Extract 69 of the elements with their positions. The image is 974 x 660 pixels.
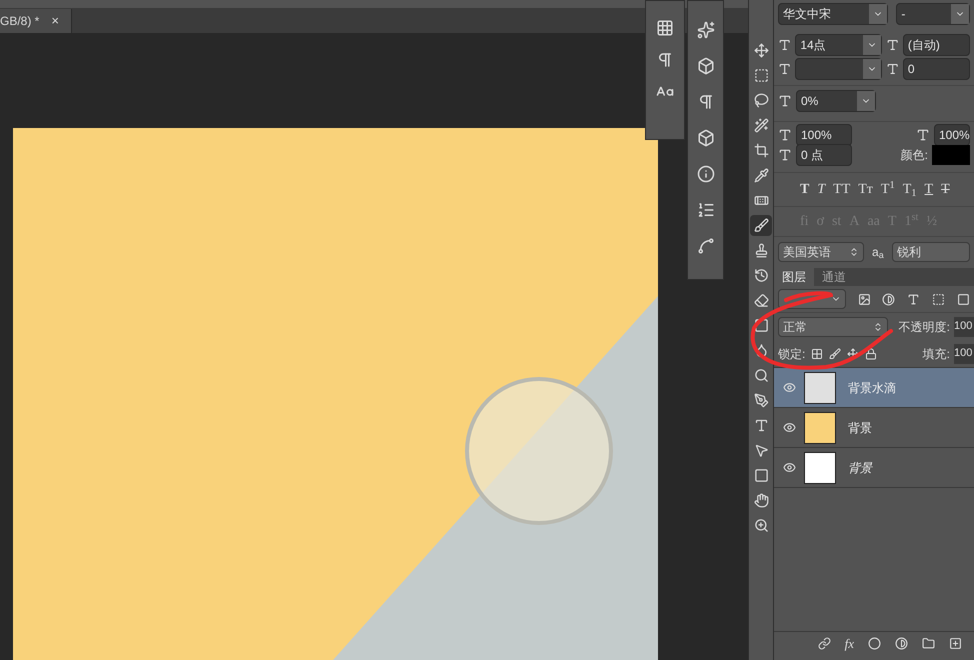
sparkle-icon[interactable] <box>696 21 714 39</box>
eye-icon[interactable] <box>782 461 796 474</box>
leading-field[interactable]: (自动) <box>902 34 970 56</box>
panel-tab[interactable]: 图层 <box>774 268 814 286</box>
tracking-field[interactable]: 0 <box>902 58 970 80</box>
layer-name: 背景水滴 <box>848 380 896 396</box>
opacity-field[interactable]: 100 <box>954 316 974 336</box>
list-icon[interactable] <box>696 201 714 219</box>
eye-icon[interactable] <box>782 381 796 394</box>
cube-icon[interactable] <box>696 57 714 75</box>
antialias-select[interactable]: 锐利 <box>892 242 970 262</box>
type-style-button[interactable]: T <box>941 179 950 200</box>
font-family-select[interactable]: 华文中宋 <box>778 2 888 24</box>
layer-name: 背景 <box>848 420 872 436</box>
fill-label: 填充: <box>922 346 950 362</box>
type-style-button[interactable]: T <box>817 179 826 200</box>
eye-icon[interactable] <box>782 421 796 434</box>
spinner-icon <box>849 246 860 256</box>
panel-tab[interactable]: 通道 <box>814 268 854 286</box>
layer-row[interactable]: 背景水滴 <box>774 368 974 408</box>
square-icon[interactable] <box>957 292 970 306</box>
fx-button[interactable]: fx <box>844 634 854 654</box>
pilcrow-icon[interactable] <box>656 51 674 69</box>
image-icon[interactable] <box>858 292 870 306</box>
path-icon[interactable] <box>696 237 714 255</box>
brush-icon[interactable] <box>750 215 772 236</box>
brush-icon[interactable] <box>829 348 842 360</box>
link-icon[interactable] <box>818 637 831 650</box>
type-style-button[interactable]: T$_{1}$ <box>902 179 917 200</box>
folder-icon[interactable] <box>922 637 935 650</box>
layer-row[interactable]: 背景 <box>774 408 974 448</box>
new-layer-icon[interactable] <box>949 637 962 650</box>
checker-icon[interactable] <box>811 348 824 360</box>
type-style-button[interactable]: TT <box>833 179 850 200</box>
type-style-button[interactable]: T <box>924 179 934 200</box>
grid-icon[interactable] <box>656 19 674 37</box>
half-circle-icon[interactable] <box>882 292 896 306</box>
layer-row[interactable]: 背景 <box>774 448 974 488</box>
horizontal-scale-field[interactable]: 100% <box>934 124 970 146</box>
layer-name: 背景 <box>848 460 872 476</box>
blend-mode-select[interactable]: 正常 <box>778 316 888 336</box>
fill-field[interactable]: 100 <box>954 344 974 364</box>
dashed-square-icon[interactable] <box>932 292 946 306</box>
document-tab[interactable]: GB/8) * × <box>0 9 72 33</box>
lock-icon[interactable] <box>865 348 878 360</box>
tsume-select[interactable]: 0% <box>796 90 876 112</box>
color-label: 颜色: <box>900 147 928 164</box>
half-circle-icon[interactable] <box>895 637 908 650</box>
vertical-scale-field[interactable]: 100% <box>796 124 852 146</box>
layer-thumbnail <box>804 412 836 444</box>
cube-icon[interactable] <box>696 129 714 147</box>
color-swatch[interactable] <box>932 145 970 165</box>
layer-thumbnail <box>804 452 836 484</box>
spinner-icon <box>873 322 883 332</box>
close-icon[interactable]: × <box>51 11 59 31</box>
layer-thumbnail <box>804 372 836 404</box>
opacity-label: 不透明度: <box>898 318 950 336</box>
mask-icon[interactable] <box>868 637 881 650</box>
type-style-button[interactable]: Tт <box>858 179 873 200</box>
language-select[interactable]: 美国英语 <box>778 242 864 262</box>
type-style-button[interactable]: T <box>800 179 810 200</box>
font-style-select[interactable]: - <box>896 2 970 24</box>
baseline-shift-field[interactable]: 0 点 <box>796 144 852 166</box>
document-tab-title: GB/8) * <box>0 13 40 30</box>
info-icon[interactable] <box>696 165 714 183</box>
antialias-icon: a$_{a}$ <box>872 242 884 260</box>
lock-label: 锁定: <box>778 346 806 362</box>
type-style-button[interactable]: T$^{1}$ <box>880 179 895 200</box>
type-icon[interactable] <box>907 292 920 306</box>
